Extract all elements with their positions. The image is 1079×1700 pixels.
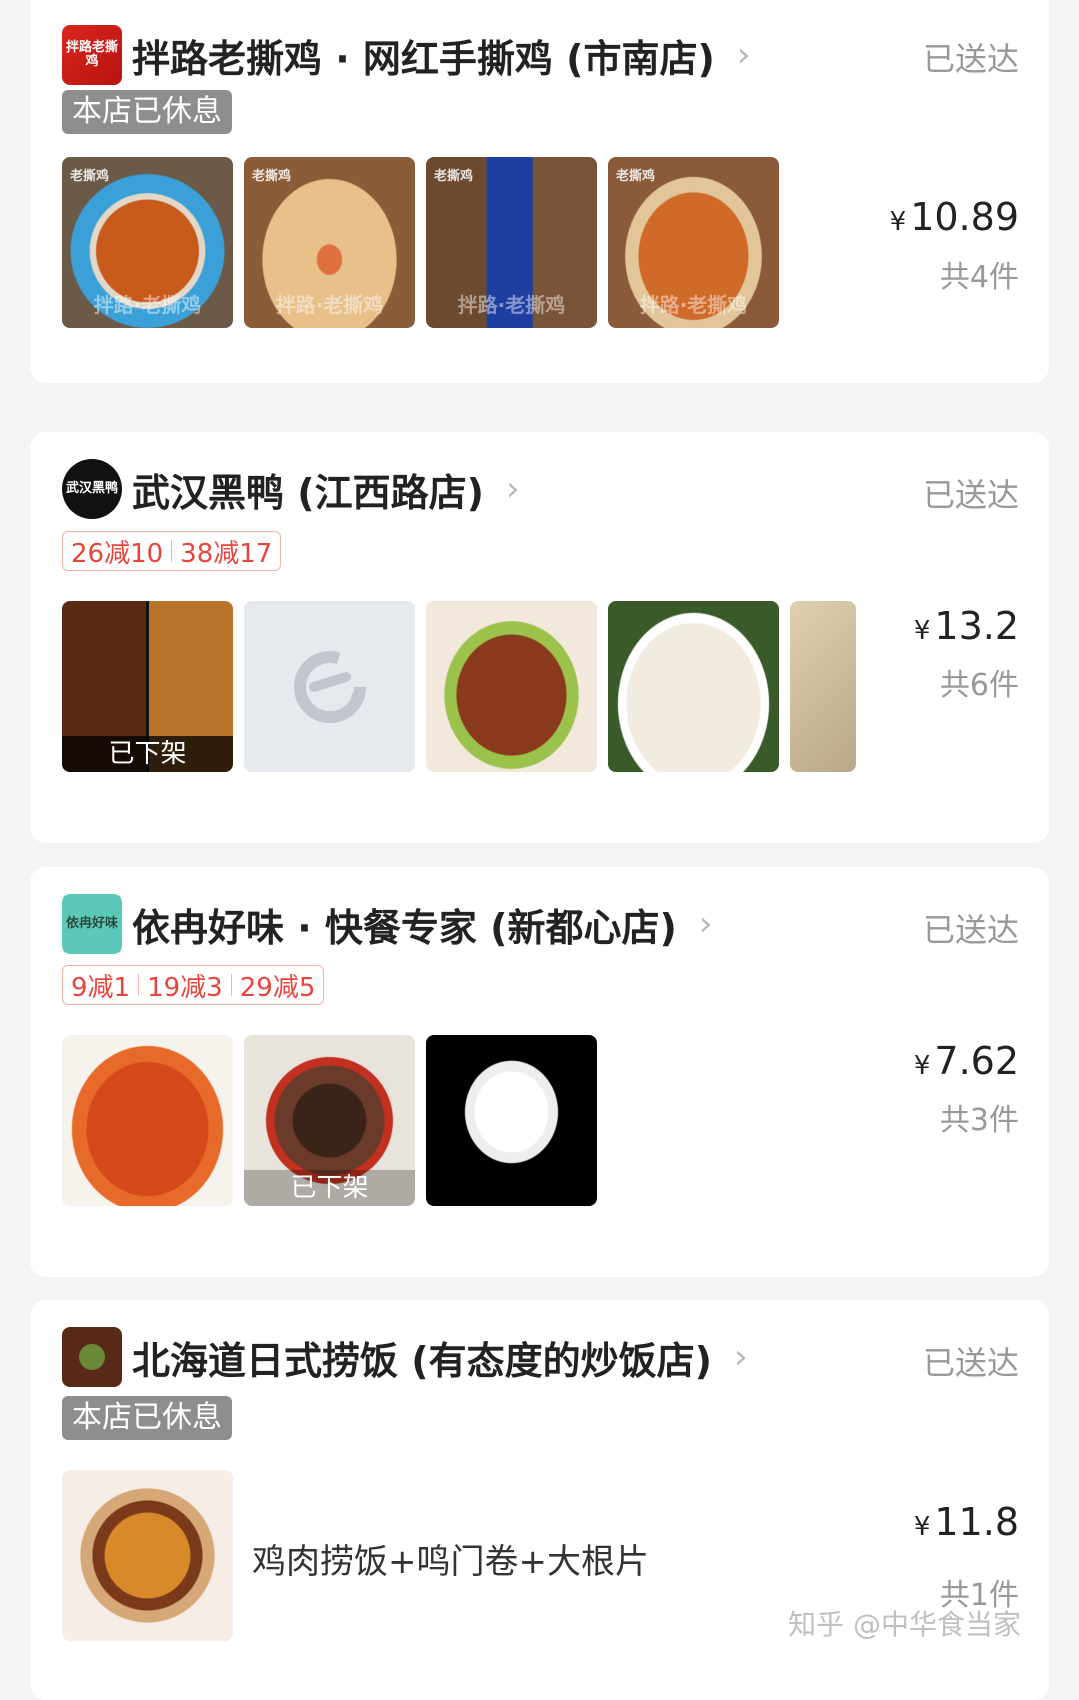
currency-symbol: ¥ xyxy=(913,616,931,646)
item-thumbnail: 老撕鸡 拌路·老撕鸡 xyxy=(608,157,779,328)
item-thumbnails[interactable]: 老撕鸡 拌路·老撕鸡 老撕鸡 拌路·老撕鸡 老撕鸡 拌路·老撕鸡 老撕鸡 拌路·… xyxy=(62,157,779,328)
store-name-link[interactable]: 武汉黑鸭 (江西路店) › xyxy=(132,459,520,519)
store-name-link[interactable]: 依冉好味 · 快餐专家 (新都心店) › xyxy=(132,894,712,954)
promotion-tag: 19减3 xyxy=(147,972,223,1003)
item-thumbnail xyxy=(790,601,856,772)
thumbnail-watermark: 拌路·老撕鸡 xyxy=(457,293,566,317)
order-total: ¥10.89 xyxy=(890,195,1019,239)
promotion-tags: 9减1 19减3 29减5 xyxy=(62,965,325,1005)
store-name-link[interactable]: 北海道日式捞饭 (有态度的炒饭店) › xyxy=(132,1327,748,1387)
item-thumbnails[interactable]: 已下架 xyxy=(62,601,856,772)
promotion-tag: 38减17 xyxy=(180,538,273,569)
price-value: 7.62 xyxy=(934,1039,1019,1083)
order-total: ¥11.8 xyxy=(914,1500,1019,1544)
price-value: 10.89 xyxy=(910,195,1019,239)
store-name: 拌路老撕鸡 · 网红手撕鸡 (市南店) xyxy=(132,36,715,81)
item-thumbnail: 老撕鸡 拌路·老撕鸡 xyxy=(62,157,233,328)
store-name: 北海道日式捞饭 (有态度的炒饭店) xyxy=(132,1338,712,1383)
promotion-tag: 9减1 xyxy=(71,972,131,1003)
store-closed-badge: 本店已休息 xyxy=(62,90,232,134)
order-total: ¥7.62 xyxy=(914,1039,1019,1083)
currency-symbol: ¥ xyxy=(889,207,907,237)
e-logo-icon xyxy=(293,650,366,723)
store-closed-badge: 本店已休息 xyxy=(62,1396,232,1440)
order-status: 已送达 xyxy=(922,476,1019,514)
store-logo: 武汉黑鸭 xyxy=(62,459,122,519)
chevron-right-icon: › xyxy=(736,35,751,75)
thumbnail-watermark: 拌路·老撕鸡 xyxy=(93,293,202,317)
item-description: 鸡肉捞饭+鸣门卷+大根片 xyxy=(252,1542,649,1582)
order-status: 已送达 xyxy=(922,1344,1019,1382)
store-name-link[interactable]: 拌路老撕鸡 · 网红手撕鸡 (市南店) › xyxy=(132,24,750,86)
order-status: 已送达 xyxy=(922,911,1019,949)
delisted-overlay: 已下架 xyxy=(62,736,233,772)
price-value: 13.2 xyxy=(934,604,1019,648)
item-thumbnail: 已下架 xyxy=(62,601,233,772)
item-count: 共4件 xyxy=(939,260,1019,295)
thumbnail-label: 老撕鸡 xyxy=(616,169,656,184)
price-value: 11.8 xyxy=(934,1500,1019,1544)
store-name: 武汉黑鸭 (江西路店) xyxy=(132,470,484,515)
store-logo-text: 依冉好味 xyxy=(65,915,118,931)
divider xyxy=(171,540,173,562)
item-thumbnail xyxy=(426,1035,597,1206)
item-thumbnail: 老撕鸡 拌路·老撕鸡 xyxy=(244,157,415,328)
store-logo: 拌路老撕鸡 xyxy=(62,25,122,85)
order-card-1[interactable]: 拌路老撕鸡 拌路老撕鸡 · 网红手撕鸡 (市南店) › 已送达 本店已休息 老撕… xyxy=(30,0,1049,383)
item-count: 共6件 xyxy=(939,668,1019,703)
thumbnail-label: 老撕鸡 xyxy=(70,169,110,184)
thumbnail-label: 老撕鸡 xyxy=(434,169,474,184)
item-thumbnail-placeholder xyxy=(244,601,415,772)
item-thumbnail xyxy=(608,601,779,772)
store-logo: 依冉好味 xyxy=(62,894,122,954)
currency-symbol: ¥ xyxy=(913,1512,931,1542)
thumbnail-watermark: 拌路·老撕鸡 xyxy=(639,293,748,317)
store-name: 依冉好味 · 快餐专家 (新都心店) xyxy=(132,905,677,950)
order-card-3[interactable]: 依冉好味 依冉好味 · 快餐专家 (新都心店) › 已送达 9减1 19减3 2… xyxy=(30,867,1049,1277)
item-thumbnail xyxy=(426,601,597,772)
chevron-right-icon: › xyxy=(733,1337,748,1377)
divider xyxy=(138,974,140,996)
chevron-right-icon: › xyxy=(698,904,713,944)
item-thumbnail xyxy=(62,1470,233,1641)
item-thumbnails[interactable]: 已下架 xyxy=(62,1035,597,1206)
item-thumbnail xyxy=(62,1035,233,1206)
store-logo-text: 武汉黑鸭 xyxy=(65,480,118,496)
order-total: ¥13.2 xyxy=(914,604,1019,648)
thumbnail-watermark: 拌路·老撕鸡 xyxy=(275,293,384,317)
currency-symbol: ¥ xyxy=(913,1051,931,1081)
store-logo xyxy=(62,1327,122,1387)
item-thumbnail: 已下架 xyxy=(244,1035,415,1206)
chevron-right-icon: › xyxy=(505,469,520,509)
promotion-tag: 29减5 xyxy=(239,972,316,1003)
order-card-2[interactable]: 武汉黑鸭 武汉黑鸭 (江西路店) › 已送达 26减10 38减17 已下架 ¥… xyxy=(30,432,1049,843)
promotion-tag: 26减10 xyxy=(71,538,164,569)
item-count: 共3件 xyxy=(939,1103,1019,1138)
delisted-overlay: 已下架 xyxy=(244,1170,415,1206)
item-thumbnail: 老撕鸡 拌路·老撕鸡 xyxy=(426,157,597,328)
source-watermark: 知乎 @中华食当家 xyxy=(788,1608,1021,1641)
item-thumbnails[interactable] xyxy=(62,1470,233,1641)
thumbnail-label: 老撕鸡 xyxy=(252,169,292,184)
divider xyxy=(230,974,232,996)
order-status: 已送达 xyxy=(922,40,1019,78)
promotion-tags: 26减10 38减17 xyxy=(62,531,282,571)
store-logo-text: 拌路老撕鸡 xyxy=(65,39,118,69)
